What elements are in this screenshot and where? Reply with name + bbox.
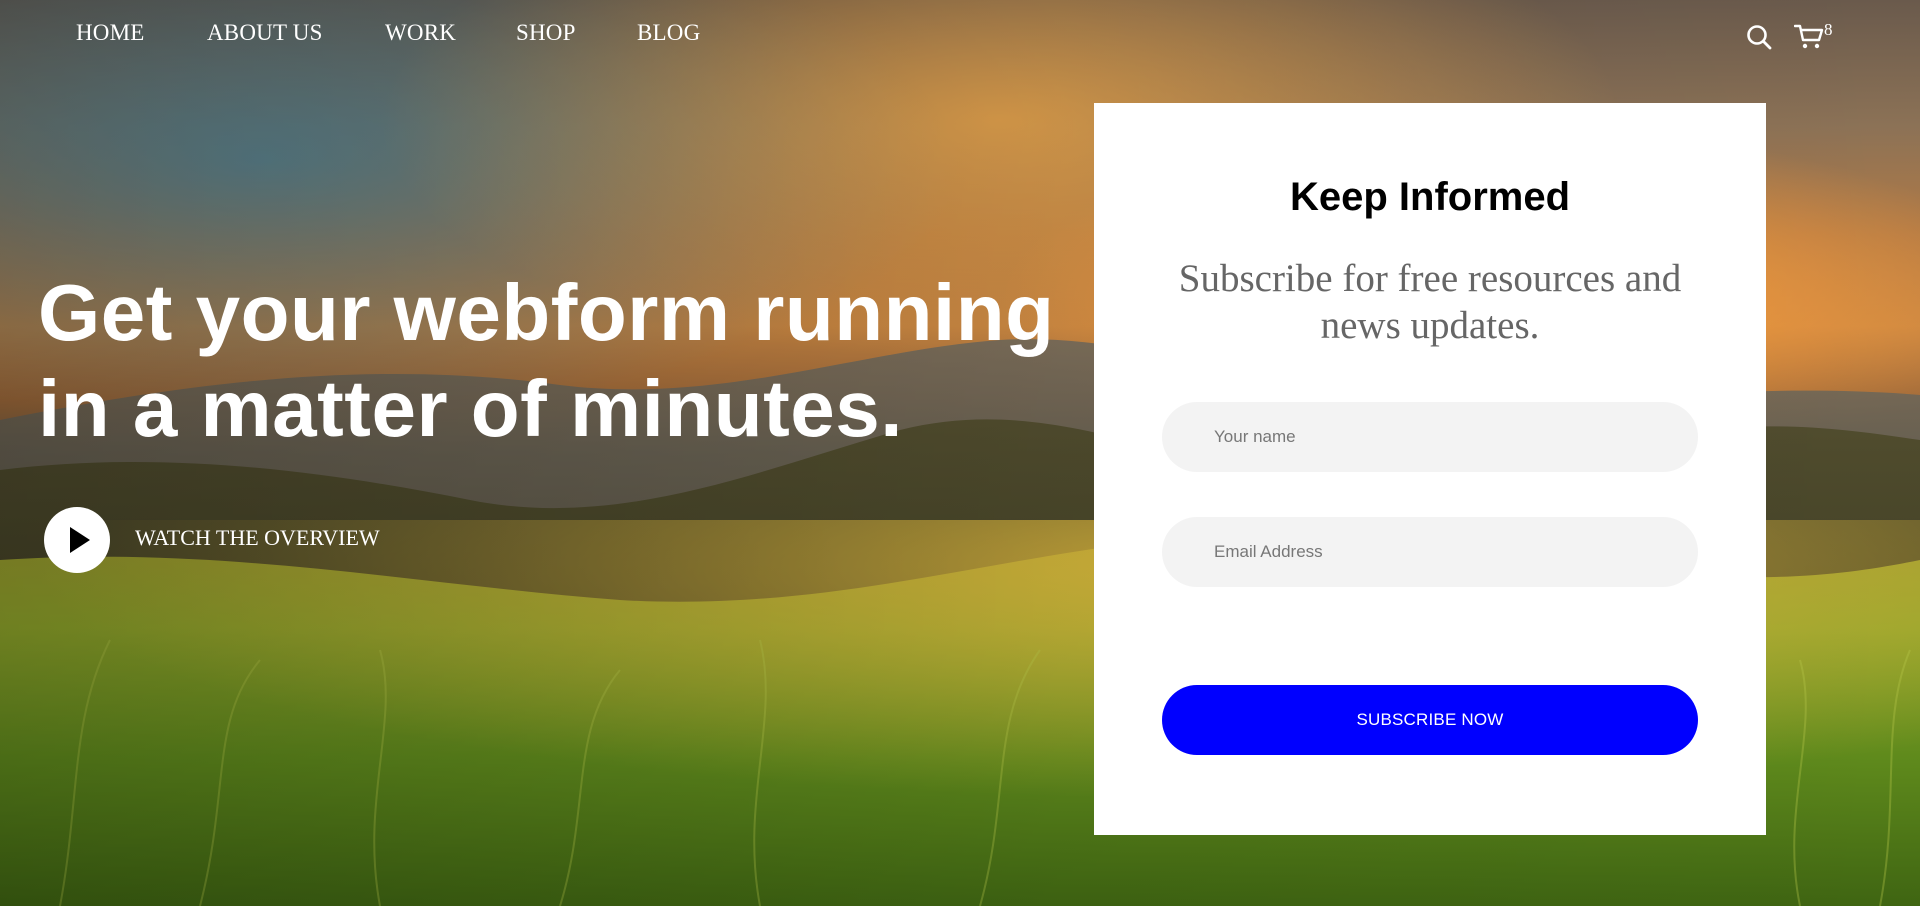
form-subtitle: Subscribe for free resources and news up…: [1178, 257, 1682, 347]
watch-overview-link[interactable]: WATCH THE OVERVIEW: [135, 525, 380, 551]
top-navigation: HOME ABOUT US WORK SHOP BLOG 8: [0, 0, 1920, 70]
nav-item-about-us[interactable]: ABOUT US: [207, 20, 323, 46]
search-icon[interactable]: [1746, 24, 1772, 55]
hero-headline: Get your webform running in a matter of …: [38, 268, 1055, 453]
cart-icon[interactable]: [1793, 24, 1824, 55]
nav-item-shop[interactable]: SHOP: [516, 20, 576, 46]
form-title: Keep Informed: [1289, 175, 1571, 219]
subscribe-form-card: Keep Informed Subscribe for free resourc…: [1094, 103, 1766, 835]
email-input[interactable]: [1162, 517, 1698, 587]
play-icon: [70, 527, 90, 553]
nav-item-work[interactable]: WORK: [385, 20, 456, 46]
subscribe-button[interactable]: SUBSCRIBE NOW: [1162, 685, 1698, 755]
name-input[interactable]: [1162, 402, 1698, 472]
nav-item-blog[interactable]: BLOG: [637, 20, 700, 46]
nav-item-home[interactable]: HOME: [76, 20, 145, 46]
play-video-button[interactable]: [44, 507, 110, 573]
cart-count-badge: 8: [1824, 20, 1833, 39]
